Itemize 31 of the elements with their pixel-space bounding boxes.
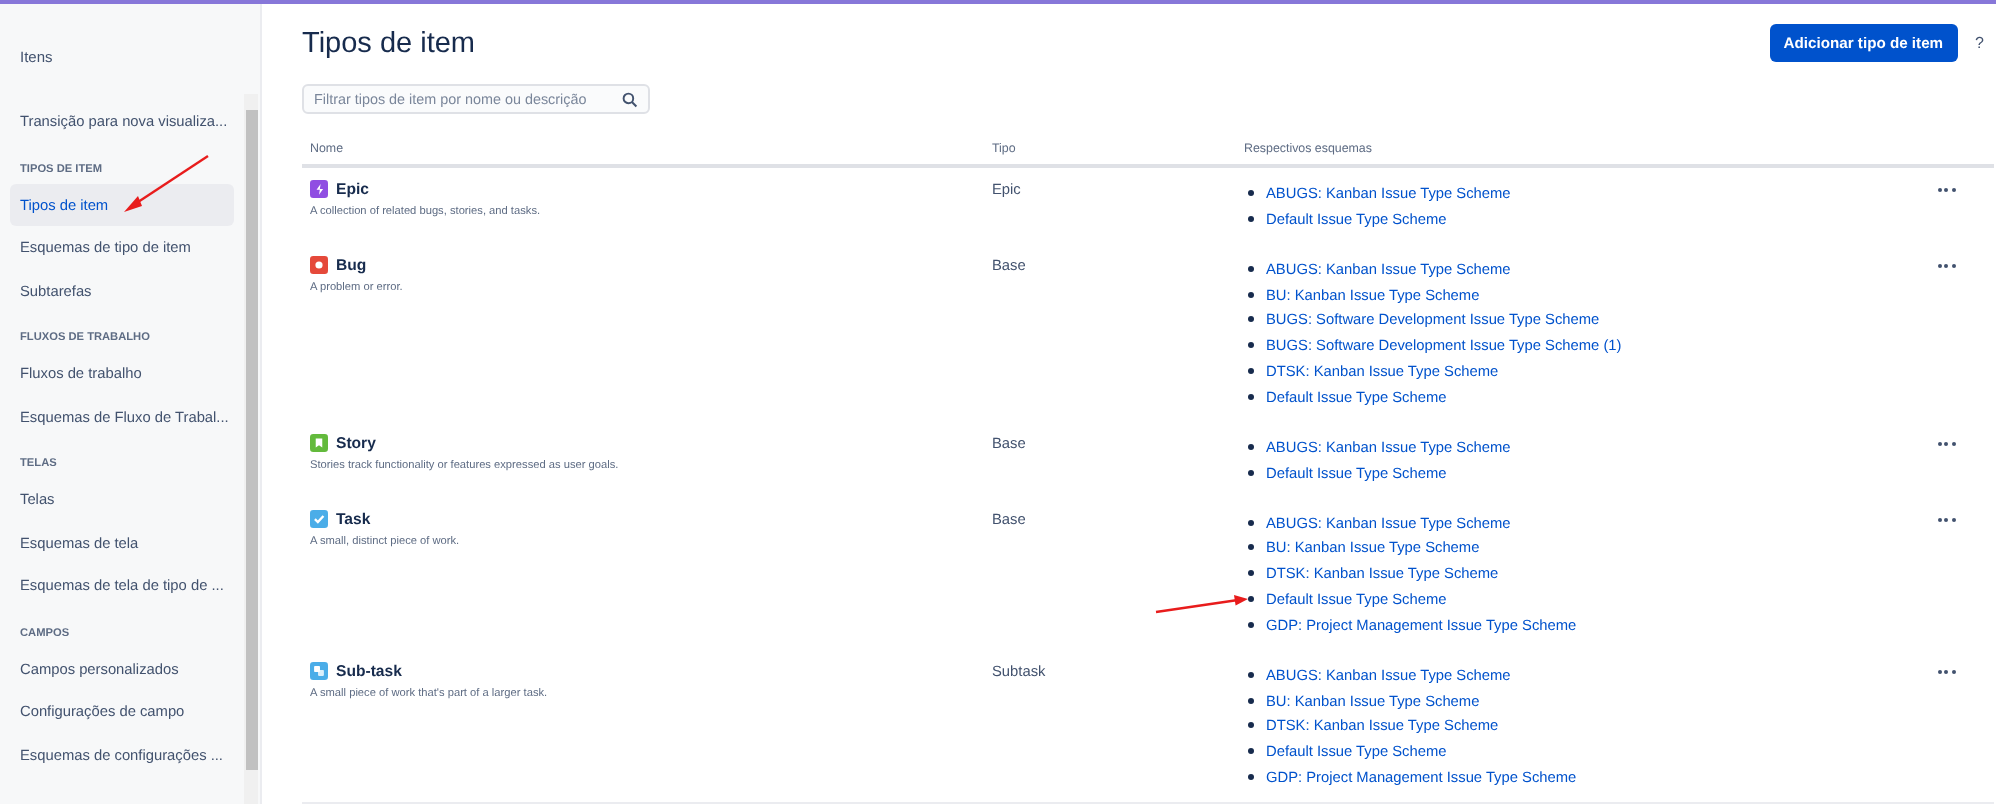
annotation-arrow — [120, 152, 212, 216]
bullet-icon — [1248, 747, 1254, 754]
more-actions-button[interactable] — [1934, 184, 1958, 197]
bullet-icon — [1248, 621, 1254, 628]
bullet-icon — [1248, 443, 1254, 450]
bullet-icon — [1248, 469, 1254, 475]
more-actions-button[interactable] — [1934, 513, 1958, 526]
more-actions-button[interactable] — [1934, 260, 1958, 273]
bullet-icon — [1248, 722, 1254, 729]
bullet-icon — [1248, 697, 1254, 703]
help-link[interactable]: ? — [1975, 34, 1984, 52]
bullet-icon — [1248, 773, 1254, 780]
bullet-icon — [1248, 519, 1254, 526]
bullet-icon — [1248, 316, 1254, 323]
more-actions-button[interactable] — [1934, 665, 1958, 678]
bullet-icon — [1248, 291, 1254, 298]
bullet-icon — [1248, 215, 1254, 222]
bullet-icon — [1248, 570, 1254, 577]
bullet-icon — [1248, 342, 1254, 349]
bullet-icon — [1248, 266, 1254, 273]
scrollbar[interactable] — [244, 94, 258, 804]
bullet-icon — [1248, 190, 1254, 197]
more-actions-button[interactable] — [1934, 437, 1958, 450]
bullet-icon — [1248, 544, 1254, 551]
search-icon — [622, 91, 638, 108]
annotation-arrow — [1154, 592, 1250, 616]
page-title: Tipos de item — [302, 27, 475, 59]
bullet-icon — [1248, 671, 1254, 678]
bullet-icon — [1248, 595, 1254, 602]
bullet-icon — [1248, 367, 1254, 374]
bullet-icon — [1248, 393, 1254, 400]
